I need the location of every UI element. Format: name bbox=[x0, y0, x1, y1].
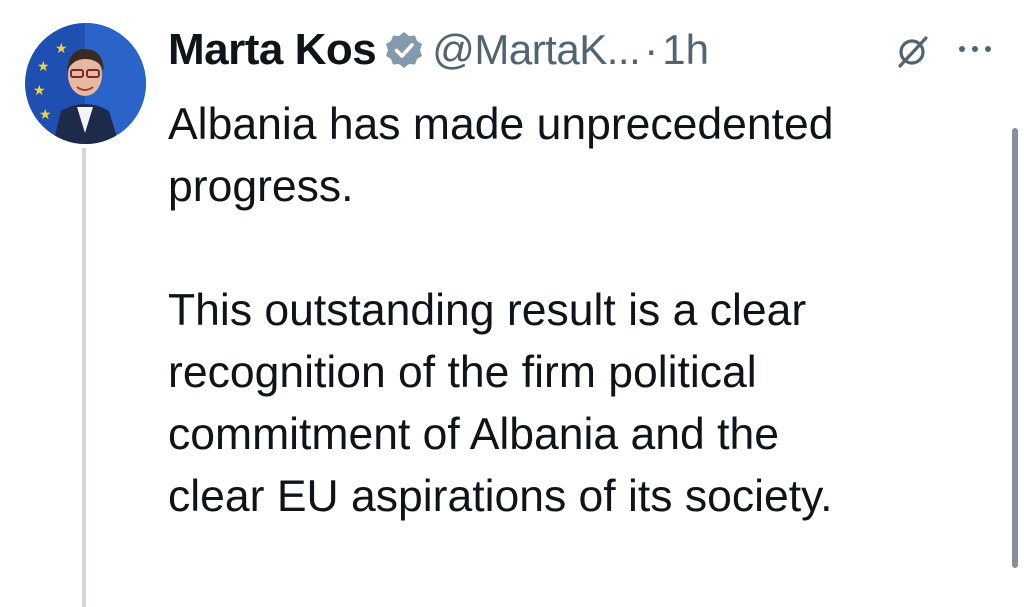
svg-text:★: ★ bbox=[55, 41, 68, 57]
verified-badge-icon[interactable] bbox=[384, 30, 424, 70]
grok-icon[interactable] bbox=[893, 31, 933, 71]
separator-dot: · bbox=[644, 26, 659, 73]
tweet-paragraph: This outstanding result is a clear recog… bbox=[168, 286, 833, 521]
avatar-image: ★ ★ ★ ★ bbox=[25, 23, 146, 144]
author-handle[interactable]: @MartaK... bbox=[432, 26, 641, 74]
tweet-paragraph: Albania has made unprecedented progress. bbox=[168, 100, 834, 211]
tweet-text: Albania has made unprecedented progress.… bbox=[168, 94, 998, 528]
scrollbar[interactable] bbox=[1012, 128, 1018, 568]
svg-text:★: ★ bbox=[37, 59, 50, 75]
author-name[interactable]: Marta Kos bbox=[168, 25, 377, 75]
more-options-icon[interactable] bbox=[956, 42, 994, 56]
svg-text:★: ★ bbox=[33, 83, 46, 99]
avatar[interactable]: ★ ★ ★ ★ bbox=[25, 23, 146, 144]
thread-connector-line bbox=[82, 148, 86, 607]
svg-text:★: ★ bbox=[39, 107, 52, 123]
timestamp[interactable]: 1h bbox=[662, 26, 709, 74]
tweet-header: Marta Kos @MartaK... · 1h bbox=[168, 22, 998, 78]
